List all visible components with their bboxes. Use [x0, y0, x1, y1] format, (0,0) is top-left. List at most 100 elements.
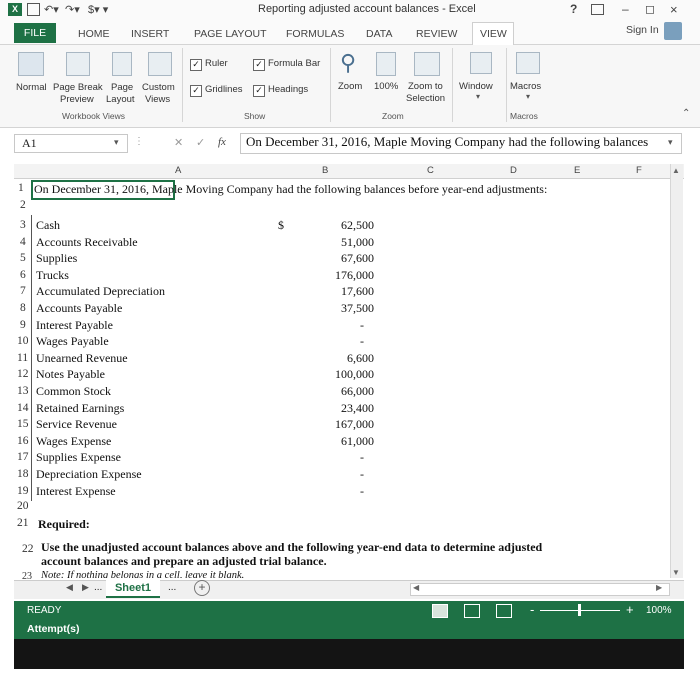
column-header-a[interactable]: A [175, 165, 181, 176]
account-balance-cell[interactable]: - [314, 484, 364, 499]
page-layout-button-line2[interactable]: Layout [106, 94, 135, 106]
account-name-cell[interactable]: Accounts Payable [36, 301, 122, 316]
tab-formulas[interactable]: FORMULAS [286, 28, 344, 40]
tab-review[interactable]: REVIEW [416, 28, 457, 40]
account-name-cell[interactable]: Supplies [36, 251, 77, 266]
instruction-line-2[interactable]: account balances and prepare an adjusted… [41, 554, 327, 569]
horizontal-scrollbar[interactable] [410, 583, 670, 596]
name-box-dropdown-icon[interactable]: ▾ [114, 137, 119, 148]
account-balance-cell[interactable]: 62,500 [314, 218, 374, 233]
account-balance-cell[interactable]: 176,000 [314, 268, 374, 283]
tab-home[interactable]: HOME [78, 28, 110, 40]
tab-insert[interactable]: INSERT [131, 28, 169, 40]
account-balance-cell[interactable]: - [314, 334, 364, 349]
account-balance-cell[interactable]: 61,000 [314, 434, 374, 449]
account-name-cell[interactable]: Supplies Expense [36, 450, 121, 465]
macros-icon[interactable] [516, 52, 540, 74]
account-name-cell[interactable]: Accumulated Depreciation [36, 284, 165, 299]
page-break-preview-button-line2[interactable]: Preview [60, 94, 94, 106]
column-header-d[interactable]: D [510, 165, 517, 176]
formula-bar-checkbox[interactable]: ✓ [253, 59, 265, 71]
custom-views-icon[interactable] [148, 52, 172, 76]
account-name-cell[interactable]: Wages Payable [36, 334, 109, 349]
account-balance-cell[interactable]: 37,500 [314, 301, 374, 316]
minimize-button[interactable]: – [622, 2, 629, 16]
save-icon[interactable] [27, 3, 40, 16]
account-balance-cell[interactable]: - [314, 467, 364, 482]
normal-button[interactable]: Normal [16, 82, 47, 94]
ribbon-display-icon[interactable] [591, 4, 604, 15]
zoom-out-icon[interactable]: - [530, 602, 534, 617]
restore-button[interactable]: ◻ [645, 2, 655, 16]
account-balance-cell[interactable]: - [314, 450, 364, 465]
redo-icon[interactable]: ↷▾ [65, 3, 80, 17]
column-header-e[interactable]: E [574, 165, 580, 176]
avatar-icon[interactable] [664, 22, 682, 40]
page-layout-view-icon[interactable] [112, 52, 132, 76]
normal-view-status-icon[interactable] [432, 604, 448, 618]
tab-data[interactable]: DATA [366, 28, 392, 40]
zoom-in-icon[interactable]: + [626, 602, 634, 617]
tab-view[interactable]: VIEW [480, 28, 507, 40]
column-header-b[interactable]: B [322, 165, 328, 176]
cancel-icon[interactable]: ✕ [174, 136, 183, 149]
vertical-scrollbar[interactable] [670, 164, 683, 578]
page-break-preview-button[interactable]: Page Break [53, 82, 103, 94]
page-layout-status-icon[interactable] [464, 604, 480, 618]
account-name-cell[interactable]: Interest Expense [36, 484, 116, 499]
column-header-f[interactable]: F [636, 165, 642, 176]
account-name-cell[interactable]: Interest Payable [36, 318, 113, 333]
zoom-button[interactable]: Zoom [338, 81, 362, 93]
macros-dropdown-icon[interactable]: ▾ [526, 92, 530, 101]
scroll-up-icon[interactable]: ▲ [672, 166, 680, 175]
sign-in-link[interactable]: Sign In [626, 24, 659, 36]
sheet-ellipsis-right[interactable]: ... [168, 582, 176, 593]
zoom-magnifier-icon[interactable]: ⚲ [340, 50, 356, 76]
account-balance-cell[interactable]: 167,000 [314, 417, 374, 432]
account-balance-cell[interactable]: 23,400 [314, 401, 374, 416]
zoom-slider-thumb[interactable] [578, 604, 581, 616]
account-balance-cell[interactable]: 6,600 [314, 351, 374, 366]
instruction-line-1[interactable]: Use the unadjusted account balances abov… [41, 540, 542, 555]
headings-checkbox[interactable]: ✓ [253, 85, 265, 97]
undo-icon[interactable]: ↶▾ [44, 3, 59, 17]
zoom-to-selection-button[interactable]: Zoom to [408, 81, 443, 93]
scroll-left-icon[interactable]: ◀ [413, 583, 419, 592]
hundred-percent-button[interactable]: 100% [374, 81, 398, 93]
account-name-cell[interactable]: Notes Payable [36, 367, 105, 382]
account-balance-cell[interactable]: 66,000 [314, 384, 374, 399]
gridlines-checkbox[interactable]: ✓ [190, 85, 202, 97]
add-sheet-button[interactable]: + [194, 580, 210, 596]
account-balance-cell[interactable]: 67,600 [314, 251, 374, 266]
scroll-right-icon[interactable]: ▶ [656, 583, 662, 592]
note-text[interactable]: Note: If nothing belongs in a cell, leav… [41, 570, 244, 578]
account-name-cell[interactable]: Common Stock [36, 384, 111, 399]
expand-formula-bar-icon[interactable]: ▾ [668, 137, 673, 148]
account-balance-cell[interactable]: 17,600 [314, 284, 374, 299]
account-name-cell[interactable]: Depreciation Expense [36, 467, 142, 482]
column-header-c[interactable]: C [427, 165, 434, 176]
page-layout-button[interactable]: Page [111, 82, 133, 94]
account-balance-cell[interactable]: - [314, 318, 364, 333]
window-icon[interactable] [470, 52, 492, 74]
required-heading[interactable]: Required: [38, 517, 90, 532]
ruler-checkbox[interactable]: ✓ [190, 59, 202, 71]
account-balance-cell[interactable]: 100,000 [314, 367, 374, 382]
account-balance-cell[interactable]: 51,000 [314, 235, 374, 250]
account-name-cell[interactable]: Cash [36, 218, 60, 233]
page-break-status-icon[interactable] [496, 604, 512, 618]
prev-sheet-icon[interactable]: ◀ [66, 582, 73, 593]
scroll-down-icon[interactable]: ▼ [672, 568, 680, 577]
tab-page-layout[interactable]: PAGE LAYOUT [194, 28, 267, 40]
close-button[interactable]: × [670, 2, 678, 17]
sheet-tab-sheet1[interactable]: Sheet1 [106, 580, 160, 598]
drag-handle-icon[interactable]: ⋮ [134, 136, 144, 147]
account-name-cell[interactable]: Wages Expense [36, 434, 111, 449]
account-name-cell[interactable]: Trucks [36, 268, 69, 283]
zoom-to-selection-button-line2[interactable]: Selection [406, 93, 445, 105]
insert-function-icon[interactable]: fx [218, 136, 226, 148]
normal-view-icon[interactable] [18, 52, 44, 76]
sheet-ellipsis-left[interactable]: ... [94, 582, 102, 593]
account-name-cell[interactable]: Retained Earnings [36, 401, 124, 416]
cell-a1[interactable]: On December 31, 2016, Maple Moving Compa… [34, 182, 547, 197]
